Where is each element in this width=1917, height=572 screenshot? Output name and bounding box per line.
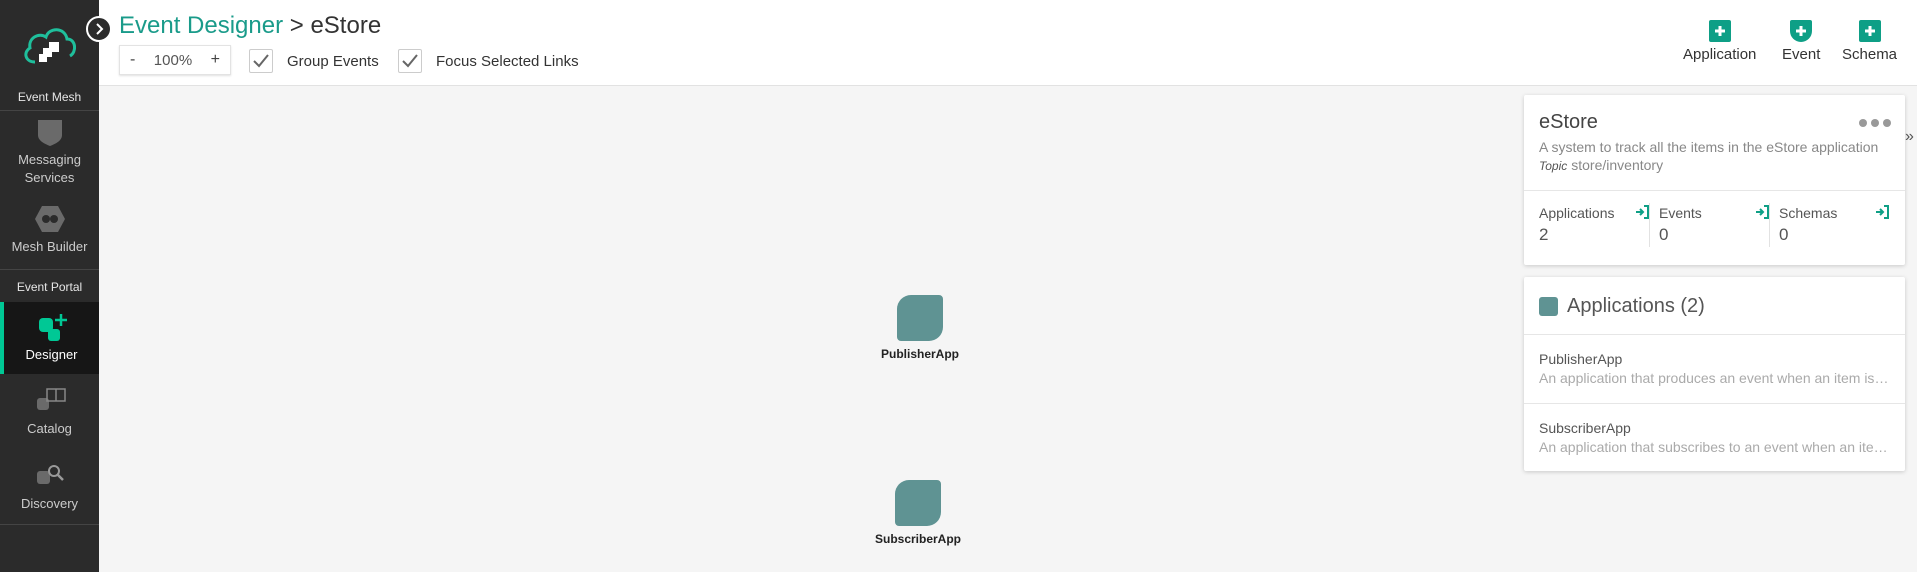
catalog-icon (36, 388, 66, 410)
stat-label: Schemas (1779, 205, 1838, 221)
sidebar-item-mesh-builder[interactable]: Mesh Builder (0, 193, 99, 267)
add-application-button[interactable]: Application (1683, 20, 1756, 63)
sidebar-item-label: Designer (25, 347, 78, 362)
add-schema-button[interactable]: Schema (1842, 20, 1897, 63)
event-mesh-section-label: Event Mesh (17, 90, 82, 104)
solace-cloud-logo[interactable] (0, 0, 99, 90)
sidebar-item-messaging-services[interactable]: Messaging Services (0, 111, 99, 193)
applications-card: Applications (2) PublisherApp An applica… (1524, 277, 1905, 471)
canvas-node-subscriber-app[interactable]: SubscriberApp (862, 480, 974, 546)
discovery-search-icon (36, 465, 64, 484)
add-event-button[interactable]: Event (1782, 20, 1820, 63)
cloud-logo-icon (23, 28, 76, 64)
node-label: PublisherApp (880, 347, 959, 361)
zoom-level: 100% (153, 51, 193, 69)
event-portal-section-label: Event Portal (16, 280, 83, 294)
canvas-node-publisher-app[interactable]: PublisherApp (866, 295, 974, 361)
list-item-subscriber-app[interactable]: SubscriberApp An application that subscr… (1524, 403, 1905, 471)
domain-topic: Topic store/inventory (1539, 157, 1663, 173)
topic-label: Topic (1539, 159, 1568, 173)
zoom-out-button[interactable]: - (130, 51, 135, 69)
application-node-icon (895, 480, 941, 526)
checkmark-icon (402, 54, 418, 68)
group-events-label: Group Events (287, 52, 379, 70)
add-event-icon (1790, 20, 1813, 42)
list-item-name: PublisherApp (1539, 351, 1623, 367)
stat-value: 2 (1539, 225, 1549, 244)
add-application-icon (1708, 20, 1731, 42)
focus-selected-links-checkbox[interactable]: Focus Selected Links (398, 49, 579, 73)
sign-in-icon[interactable] (1875, 205, 1889, 219)
sidebar-item-label: Catalog (27, 421, 72, 436)
zoom-control: - 100% + (119, 45, 231, 75)
checkbox-box[interactable] (398, 49, 422, 73)
sidebar-item-label: Messaging Services (18, 152, 81, 185)
sidebar-item-designer[interactable]: Designer (0, 302, 99, 374)
stat-events[interactable]: Events 0 (1659, 205, 1769, 245)
stat-label: Applications (1539, 205, 1615, 221)
stat-label: Events (1659, 205, 1702, 221)
sign-in-icon[interactable] (1755, 205, 1769, 219)
stat-schemas[interactable]: Schemas 0 (1779, 205, 1889, 245)
breadcrumb-event-designer-link[interactable]: Event Designer (119, 12, 283, 39)
sidebar-item-catalog[interactable]: Catalog (0, 374, 99, 450)
sign-in-icon[interactable] (1635, 205, 1649, 219)
sidebar-item-label: Discovery (20, 496, 79, 511)
applications-card-title: Applications (2) (1567, 295, 1705, 317)
domain-summary-card: eStore A system to track all the items i… (1524, 95, 1905, 265)
designer-add-icon (38, 314, 67, 341)
list-item-name: SubscriberApp (1539, 420, 1631, 436)
zoom-in-button[interactable]: + (211, 51, 220, 69)
sidebar-expand-button[interactable] (86, 16, 112, 42)
add-schema-icon (1858, 20, 1881, 42)
list-item-description: An application that produces an event wh… (1539, 370, 1890, 386)
add-schema-label: Schema (1842, 46, 1898, 63)
chevron-right-icon (96, 23, 104, 35)
sidebar-item-label: Mesh Builder (11, 239, 88, 254)
group-events-checkbox[interactable]: Group Events (249, 49, 379, 73)
shield-icon (37, 120, 62, 146)
checkmark-icon (253, 54, 269, 68)
stat-value: 0 (1779, 225, 1789, 244)
sidebar: Event Mesh Messaging Services Mesh Build… (0, 0, 99, 572)
breadcrumb-separator: > (289, 12, 304, 39)
domain-title: eStore (1539, 111, 1598, 133)
domain-description: A system to track all the items in the e… (1539, 139, 1879, 155)
applications-card-header: Applications (2) (1539, 295, 1705, 318)
stat-applications[interactable]: Applications 2 (1539, 205, 1649, 245)
node-label: SubscriberApp (874, 532, 961, 546)
breadcrumb: Event Designer > eStore (119, 12, 381, 40)
list-item-description: An application that subscribes to an eve… (1539, 439, 1890, 455)
sidebar-item-discovery[interactable]: Discovery (0, 450, 99, 524)
collapse-panel-icon[interactable]: » (1905, 128, 1914, 146)
application-icon (1539, 297, 1558, 316)
application-node-icon (897, 295, 943, 341)
focus-selected-links-label: Focus Selected Links (436, 52, 579, 70)
checkbox-box[interactable] (249, 49, 273, 73)
add-event-label: Event (1782, 46, 1821, 63)
breadcrumb-current: eStore (310, 12, 382, 39)
more-options-icon[interactable] (1859, 119, 1891, 127)
header-toolbar: Event Designer > eStore - 100% + Group E… (99, 0, 1917, 86)
topic-value: store/inventory (1571, 157, 1664, 173)
hexagon-icon (34, 206, 65, 232)
stat-value: 0 (1659, 225, 1669, 244)
add-application-label: Application (1683, 46, 1757, 63)
list-item-publisher-app[interactable]: PublisherApp An application that produce… (1524, 334, 1905, 402)
